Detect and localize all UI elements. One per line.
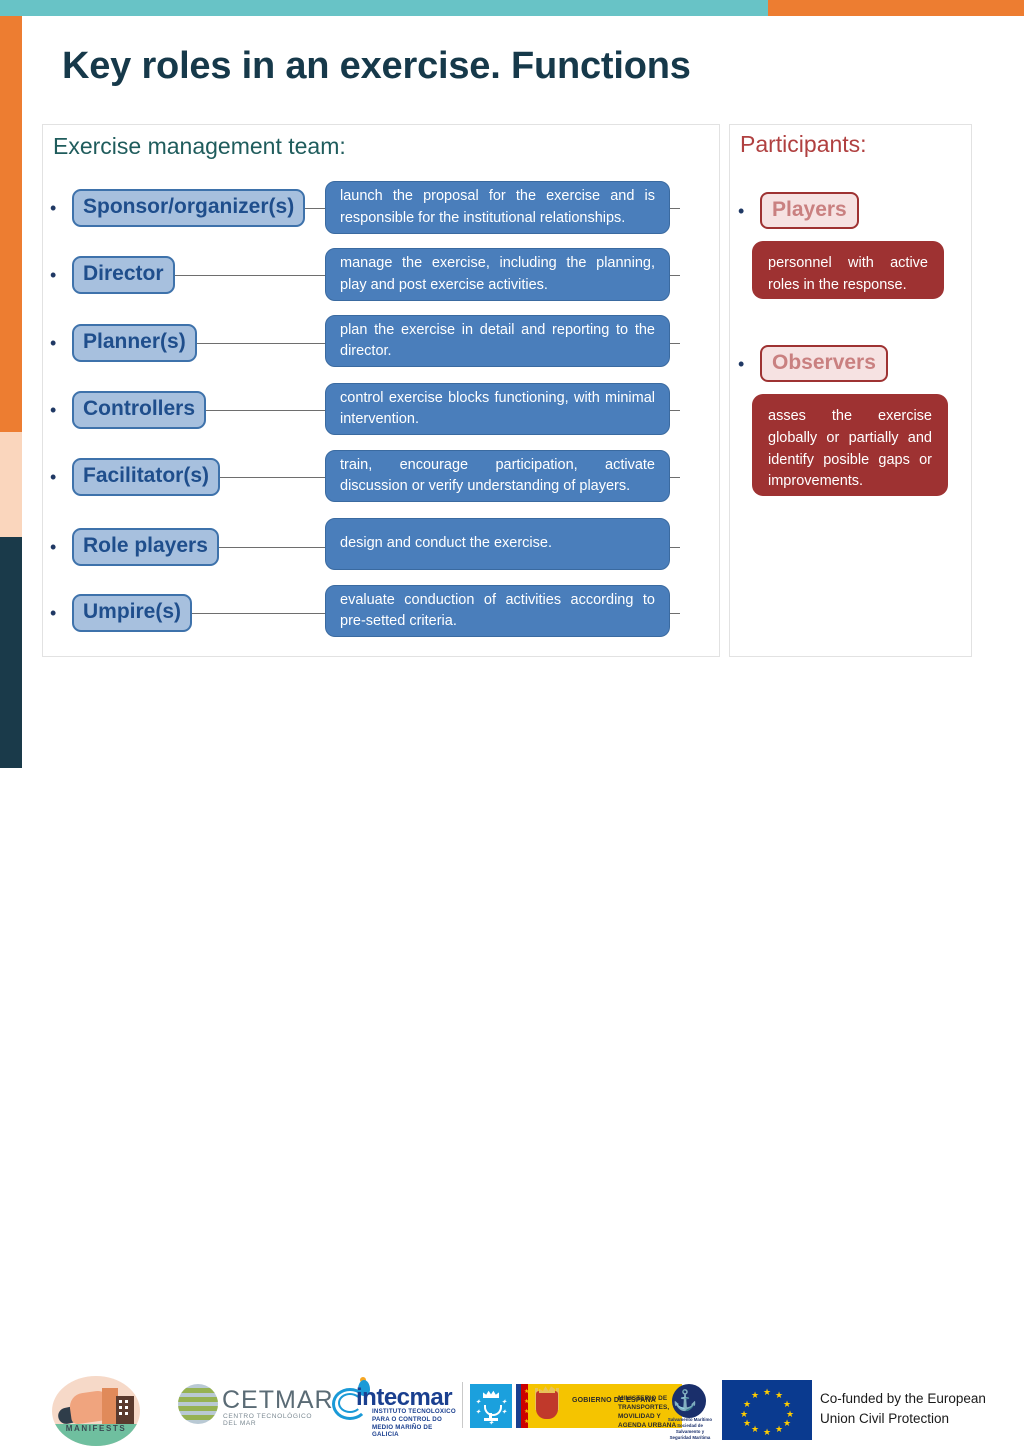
participant-description-players: personnel with active roles in the respo… <box>752 241 944 299</box>
european-union-flag: ★ ★ ★ ★ ★ ★ ★ ★ ★ ★ ★ ★ <box>722 1380 812 1440</box>
bullet-icon <box>738 355 760 373</box>
role-description-umpire: evaluate conduction of activities accord… <box>325 585 670 637</box>
role-chip-planner[interactable]: Planner(s) <box>72 324 197 362</box>
role-chip-sponsor[interactable]: Sponsor/organizer(s) <box>72 189 306 227</box>
bullet-icon <box>50 604 72 622</box>
role-chip-umpire[interactable]: Umpire(s) <box>72 594 193 632</box>
bullet-icon <box>50 334 72 352</box>
participant-row-players: Players <box>738 192 859 229</box>
role-description-director: manage the exercise, including the plann… <box>325 248 670 301</box>
eu-funding-line1: Co-funded by the European <box>820 1391 986 1406</box>
bullet-icon <box>50 199 72 217</box>
participant-chip-observers[interactable]: Observers <box>760 345 888 382</box>
page-title: Key roles in an exercise. Functions <box>62 45 691 87</box>
role-description-planner: plan the exercise in detail and reportin… <box>325 315 670 367</box>
role-description-controllers: control exercise blocks functioning, wit… <box>325 383 670 435</box>
top-accent-bar-orange <box>768 0 1024 16</box>
bullet-icon <box>50 266 72 284</box>
anchor-icon: ⚓ <box>672 1390 698 1412</box>
side-accent-bar-peach <box>0 432 22 537</box>
role-description-role-players: design and conduct the exercise. <box>325 518 670 570</box>
role-description-sponsor: launch the proposal for the exercise and… <box>325 181 670 234</box>
bullet-icon <box>50 538 72 556</box>
left-column-heading: Exercise management team: <box>53 133 346 159</box>
logo-divider <box>462 1382 463 1428</box>
manifests-logo: MANIFESTS <box>52 1376 144 1448</box>
manifests-logo-text: MANIFESTS <box>65 1424 127 1433</box>
side-accent-bar-orange <box>0 16 22 432</box>
cetmar-logo: CETMAR CENTRO TECNOLÓGICO DEL MAR <box>178 1382 333 1430</box>
role-chip-role-players[interactable]: Role players <box>72 528 219 566</box>
cetmar-logo-subtitle: CENTRO TECNOLÓGICO DEL MAR <box>223 1413 313 1427</box>
role-description-facilitator: train, encourage participation, activate… <box>325 450 670 502</box>
eu-funding-line2: Union Civil Protection <box>820 1411 950 1427</box>
xunta-de-galicia-logo: ✦ ✦ ✦ ✦ ✦ <box>470 1384 512 1428</box>
participant-chip-players[interactable]: Players <box>760 192 859 229</box>
bullet-icon <box>50 468 72 486</box>
role-chip-controllers[interactable]: Controllers <box>72 391 207 429</box>
bullet-icon <box>738 202 760 220</box>
eu-funding-text: Co-funded by the European Union Civil Pr… <box>820 1389 986 1430</box>
role-chip-director[interactable]: Director <box>72 256 175 294</box>
participant-description-observers: asses the exercise globally or partially… <box>752 394 948 496</box>
right-column-heading: Participants: <box>740 131 867 157</box>
intecmar-logo-subtitle: INSTITUTO TECNOLOXICO PARA O CONTROL DO … <box>372 1408 456 1439</box>
top-accent-bar-teal <box>0 0 768 16</box>
participant-row-observers: Observers <box>738 345 888 382</box>
salvamento-logo-text: Salvamento Marítimo Sociedad de Salvamen… <box>667 1417 713 1441</box>
cetmar-logo-name: CETMAR <box>222 1386 334 1414</box>
gobierno-de-espana-logo: ★ ★ ★ ★ GOBIERNO DE ESPAÑA MINISTERIO DE… <box>516 1384 682 1429</box>
intecmar-logo: intecmar INSTITUTO TECNOLOXICO PARA O CO… <box>332 1377 460 1438</box>
footer-logos: MANIFESTS CETMAR CENTRO TECNOLÓGICO DEL … <box>0 686 1024 1446</box>
bullet-icon <box>50 401 72 419</box>
salvamento-maritimo-logo: ⚓ Salvamento Marítimo Sociedad de Salvam… <box>668 1384 712 1440</box>
role-chip-facilitator[interactable]: Facilitator(s) <box>72 458 221 496</box>
